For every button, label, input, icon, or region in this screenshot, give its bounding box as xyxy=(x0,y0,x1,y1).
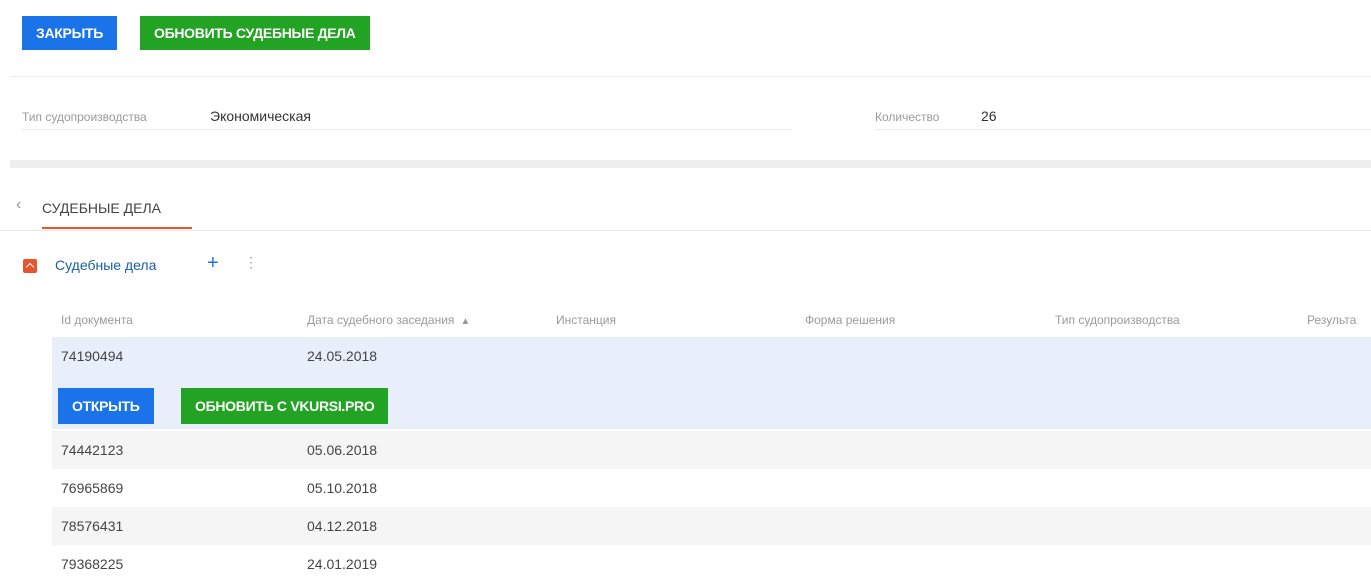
column-header-doc-id[interactable]: Id документа xyxy=(61,313,133,327)
cell-doc-id: 79368225 xyxy=(61,556,124,572)
column-header-result[interactable]: Результа xyxy=(1307,313,1356,327)
cell-doc-id: 76965869 xyxy=(61,480,124,496)
cell-hearing-date: 05.10.2018 xyxy=(307,480,378,496)
count-label: Количество xyxy=(875,110,940,124)
close-button[interactable]: ЗАКРЫТЬ xyxy=(22,16,117,50)
toolbar-divider xyxy=(10,76,1371,77)
count-field[interactable]: 26 xyxy=(981,108,997,124)
update-vkursi-button[interactable]: ОБНОВИТЬ С VKURSI.PRO xyxy=(181,388,389,424)
sort-asc-icon: ▲ xyxy=(460,316,471,327)
column-header-decision-form[interactable]: Форма решения xyxy=(805,313,895,327)
cell-hearing-date: 24.05.2018 xyxy=(307,348,378,364)
active-tab-indicator xyxy=(42,227,192,229)
table-row[interactable]: 74442123 05.06.2018 xyxy=(52,431,1371,469)
proceeding-type-label: Тип судопроизводства xyxy=(22,110,147,124)
cell-doc-id: 74190494 xyxy=(61,348,124,364)
cell-hearing-date: 24.01.2019 xyxy=(307,556,378,572)
collapse-icon[interactable] xyxy=(23,259,37,273)
cell-doc-id: 74442123 xyxy=(61,442,124,458)
tab-court-cases[interactable]: СУДЕБНЫЕ ДЕЛА xyxy=(42,200,161,216)
plus-icon[interactable]: + xyxy=(207,252,219,275)
proceeding-type-underline xyxy=(22,129,792,130)
cell-hearing-date: 05.06.2018 xyxy=(307,442,378,458)
section-separator xyxy=(10,160,1371,168)
more-vertical-icon[interactable]: ⋮ xyxy=(244,254,258,271)
table-row-selected[interactable]: 74190494 24.05.2018 ОТКРЫТЬ ОБНОВИТЬ С V… xyxy=(52,337,1371,429)
column-header-hearing-date[interactable]: Дата судебного заседания ▲ xyxy=(307,313,470,327)
section-title[interactable]: Судебные дела xyxy=(55,257,156,273)
update-cases-button[interactable]: ОБНОВИТЬ СУДЕБНЫЕ ДЕЛА xyxy=(140,16,370,50)
count-underline xyxy=(875,129,1371,130)
column-header-proceeding-type[interactable]: Тип судопроизводства xyxy=(1055,313,1180,327)
tab-bar xyxy=(0,190,1371,231)
proceeding-type-field[interactable]: Экономическая xyxy=(210,108,311,124)
open-button[interactable]: ОТКРЫТЬ xyxy=(58,388,154,424)
column-header-hearing-date-label: Дата судебного заседания xyxy=(307,313,455,327)
table-row[interactable]: 78576431 04.12.2018 xyxy=(52,507,1371,545)
table-row[interactable]: 76965869 05.10.2018 xyxy=(52,469,1371,507)
table-row[interactable]: 79368225 24.01.2019 xyxy=(52,545,1371,583)
cell-hearing-date: 04.12.2018 xyxy=(307,518,378,534)
cell-doc-id: 78576431 xyxy=(61,518,124,534)
column-header-instance[interactable]: Инстанция xyxy=(556,313,616,327)
chevron-left-icon[interactable]: ‹ xyxy=(16,196,21,214)
